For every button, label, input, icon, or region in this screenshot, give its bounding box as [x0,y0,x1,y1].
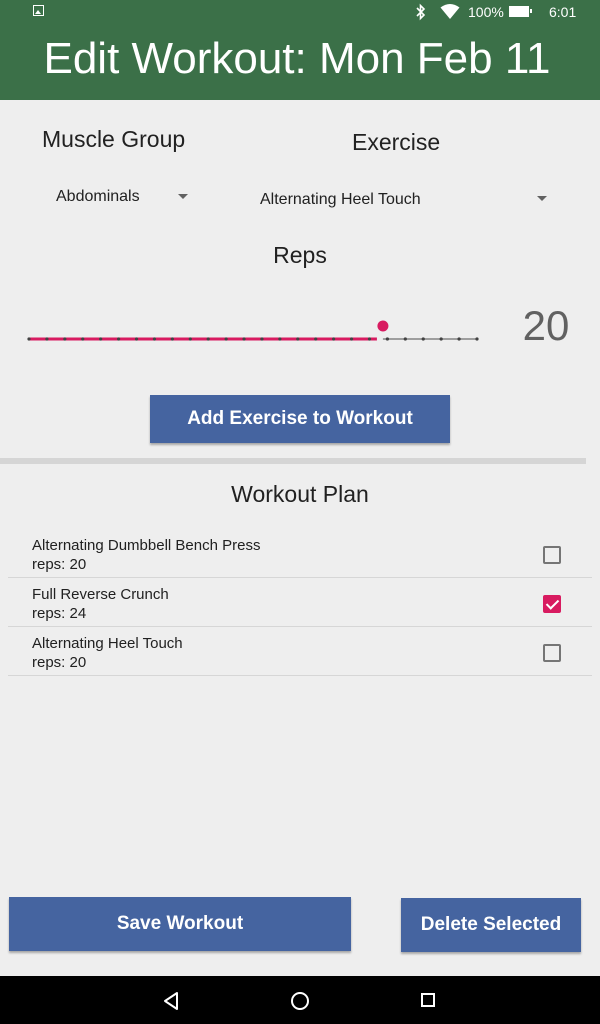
exercise-reps: reps: 20 [32,556,87,573]
slider-tick [385,337,389,341]
reps-value: 20 [522,302,570,349]
slider-tick [403,337,407,341]
section-divider [0,458,586,464]
slider-tick [206,337,210,341]
reps-slider[interactable] [24,314,484,350]
slider-tick [439,337,443,341]
slider-tick [224,337,228,341]
slider-tick [457,337,461,341]
app-bar: Edit Workout: Mon Feb 11 [0,24,600,100]
plan-list-item[interactable]: Alternating Dumbbell Bench Press reps: 2… [8,530,592,578]
exercise-spinner[interactable]: Alternating Heel Touch [248,181,558,219]
slider-tick [332,337,336,341]
slider-tick [170,337,174,341]
reps-label: Reps [273,242,327,268]
slider-tick [81,337,85,341]
exercise-name: Alternating Dumbbell Bench Press [32,537,261,554]
add-exercise-button[interactable]: Add Exercise to Workout [150,395,450,443]
wifi-icon [440,4,460,19]
gallery-notification-icon [33,5,44,16]
slider-tick [296,337,300,341]
navigation-bar [0,976,600,1024]
slider-tick [188,337,192,341]
slider-tick [475,337,479,341]
slider-thumb[interactable] [377,320,389,332]
slider-tick [278,337,282,341]
slider-tick [63,337,67,341]
slider-tick [367,337,372,341]
plan-list-item[interactable]: Full Reverse Crunch reps: 24 [8,579,592,627]
slider-tick [349,337,354,341]
battery-icon [509,6,532,17]
save-workout-button[interactable]: Save Workout [9,897,351,951]
dropdown-arrow-icon [178,194,188,199]
slider-tick [260,337,264,341]
exercise-reps: reps: 24 [32,605,87,622]
muscle-group-label: Muscle Group [42,126,186,152]
status-clock: 6:01 [549,4,577,20]
select-checkbox[interactable] [543,595,561,613]
slider-tick [45,337,49,341]
dropdown-arrow-icon [537,196,547,201]
muscle-group-value: Abdominals [56,188,140,205]
workout-plan-title: Workout Plan [231,481,369,507]
plan-list-item[interactable]: Alternating Heel Touch reps: 20 [8,628,592,676]
bluetooth-icon [416,3,426,21]
slider-tick [152,337,157,341]
slider-tick [99,337,103,341]
select-checkbox[interactable] [543,546,561,564]
back-icon[interactable] [162,991,182,1011]
slider-tick [117,337,121,341]
exercise-name: Alternating Heel Touch [32,635,183,652]
exercise-reps: reps: 20 [32,654,87,671]
slider-tick [134,337,139,341]
muscle-group-spinner[interactable]: Abdominals [44,178,204,216]
battery-percent: 100% [468,4,504,20]
delete-selected-button[interactable]: Delete Selected [401,898,581,952]
slider-tick [421,337,425,341]
exercise-label: Exercise [352,129,441,155]
slider-tick [314,337,318,341]
recents-icon[interactable] [421,993,435,1007]
home-icon[interactable] [291,992,309,1010]
status-bar: 100% 6:01 [0,0,600,24]
select-checkbox[interactable] [543,644,561,662]
slider-tick [242,337,246,341]
slider-tick [27,337,31,341]
exercise-value: Alternating Heel Touch [260,191,421,208]
exercise-name: Full Reverse Crunch [32,586,169,603]
page-title: Edit Workout: Mon Feb 11 [43,34,551,83]
